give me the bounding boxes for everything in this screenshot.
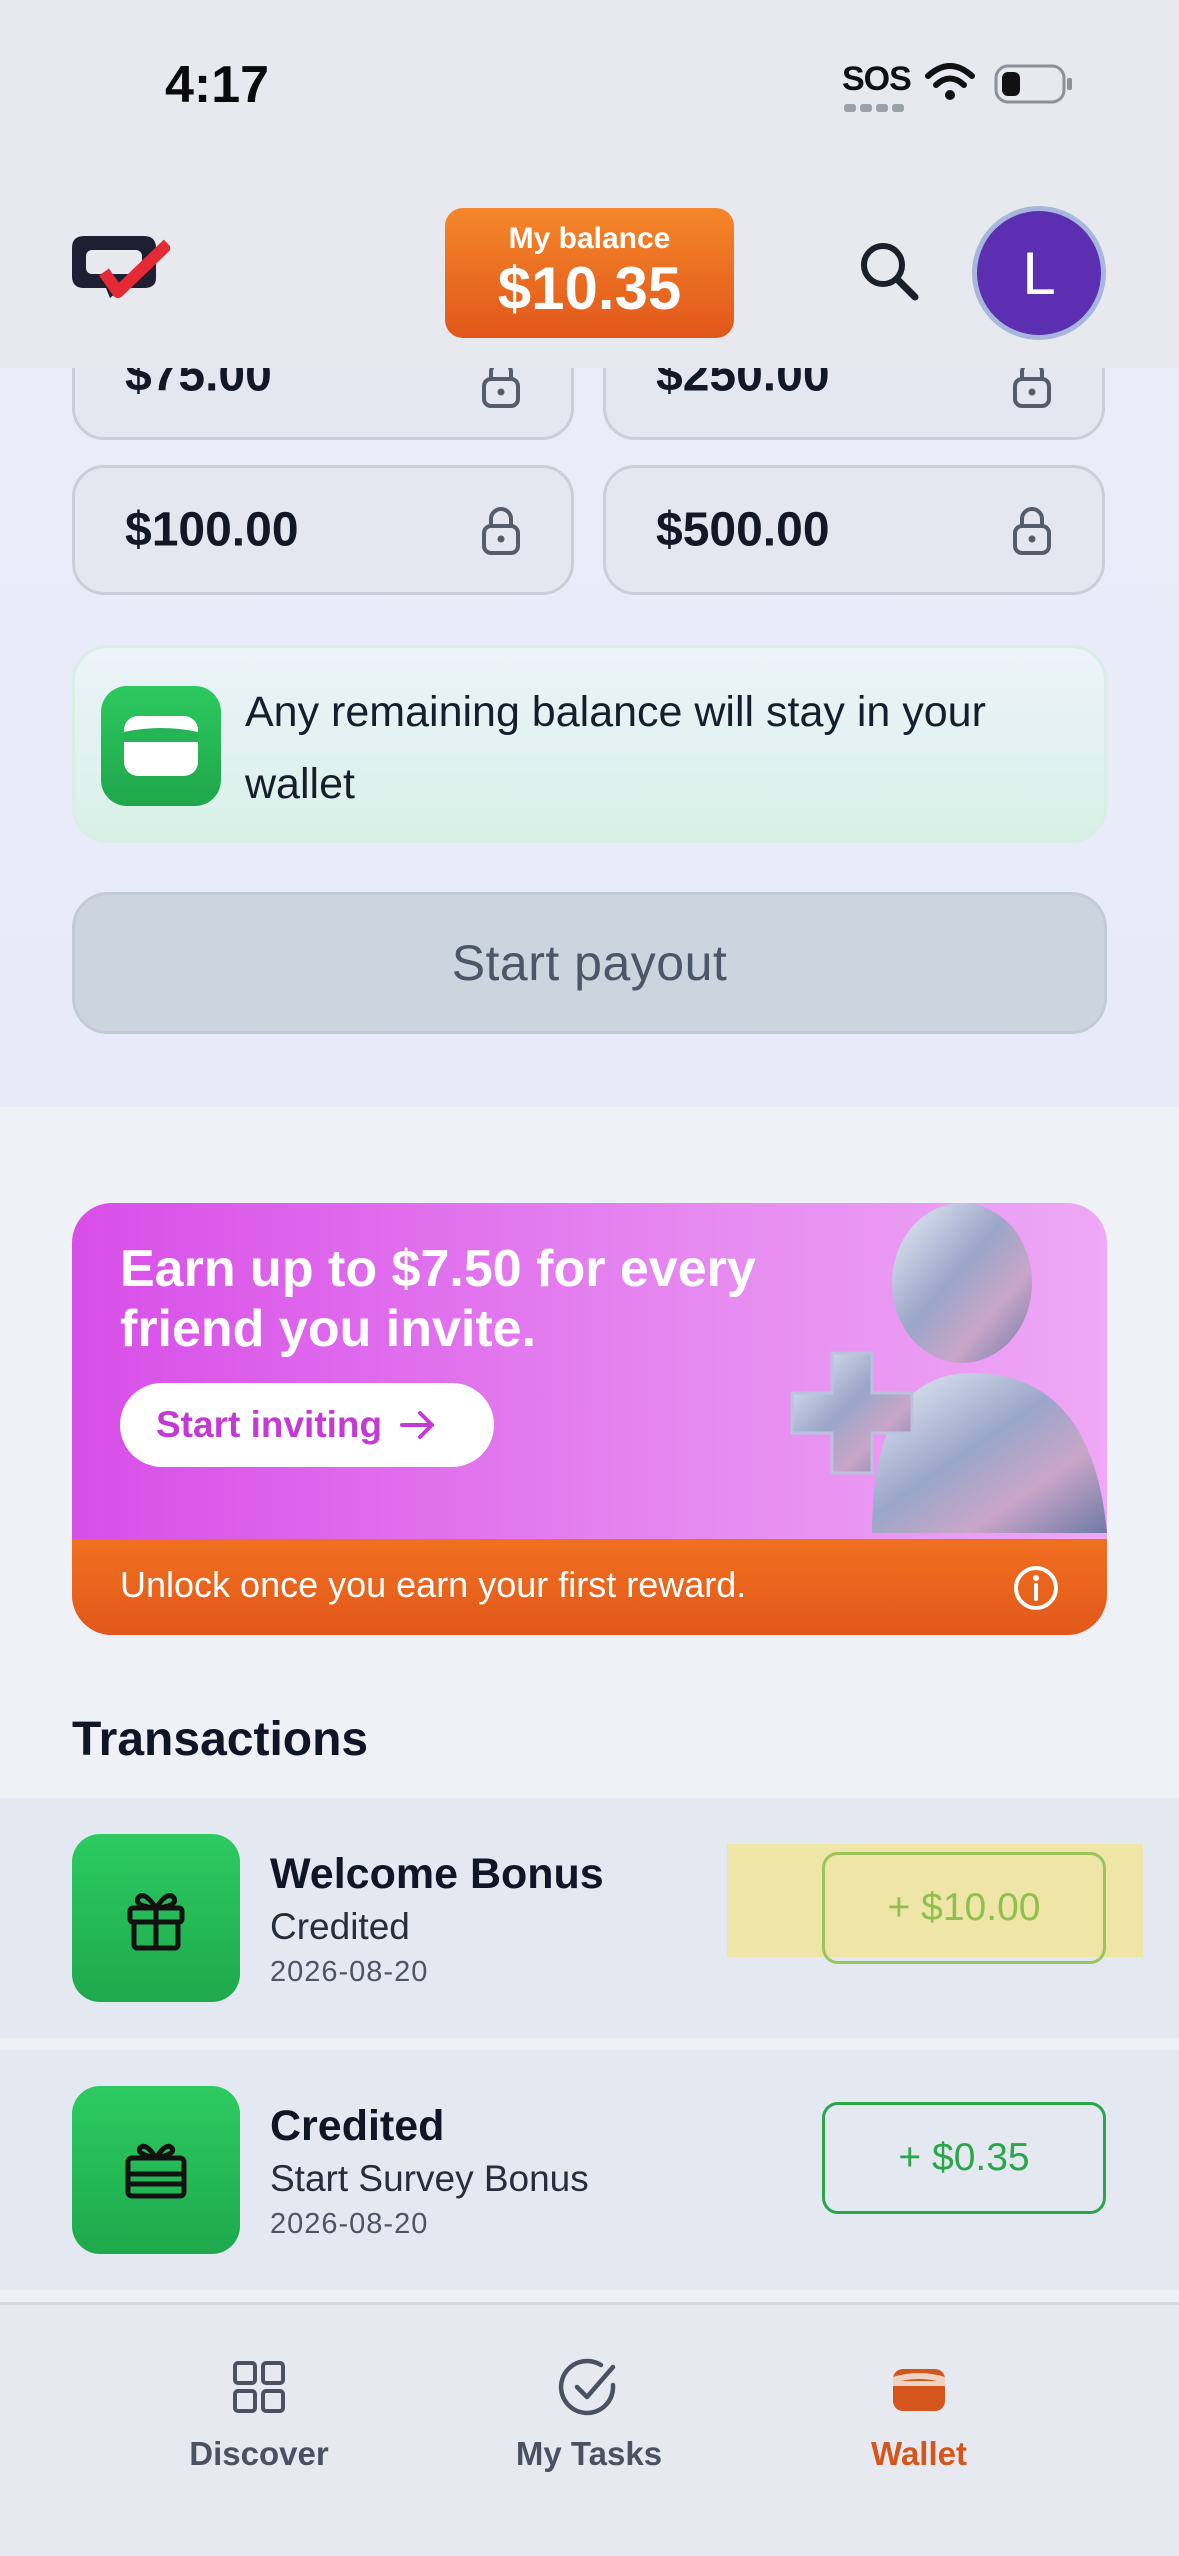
start-inviting-label: Start inviting [156,1404,383,1445]
status-time: 4:17 [165,56,270,114]
arrow-right-icon [400,1411,435,1439]
transaction-subtitle: Credited [270,1906,410,1947]
lock-icon [1013,507,1051,555]
nav-label: Wallet [871,2435,967,2472]
transaction-amount: + $0.35 [822,2102,1106,2214]
signal-dots-icon [844,104,904,112]
transaction-name: Credited [270,2102,445,2150]
nav-my-tasks[interactable]: My Tasks [459,2355,719,2473]
check-circle-icon [558,2358,616,2416]
referral-banner[interactable]: Earn up to $7.50 for every friend you in… [72,1203,1107,1635]
referral-headline: Earn up to $7.50 for every friend you in… [120,1240,756,1358]
wifi-icon [925,63,975,100]
amount-value: $500.00 [656,503,830,557]
amount-option-100[interactable]: $100.00 [72,465,574,595]
referral-unlock-strip: Unlock once you earn your first reward. [72,1539,1107,1635]
nav-label: My Tasks [515,2435,663,2472]
balance-info-text: Any remaining balance will stay in your … [245,688,986,808]
balance-badge[interactable]: My balance $10.35 [445,208,734,338]
balance-info-box: Any remaining balance will stay in your … [72,645,1107,843]
nav-wallet[interactable]: Wallet [789,2355,1049,2473]
transaction-amount: + $10.00 [822,1852,1106,1964]
nav-label: Discover [189,2435,329,2472]
grid-icon [233,2361,285,2413]
transactions-title: Transactions [72,1713,369,1766]
sos-indicator: SOS [842,60,912,98]
transaction-date: 2026-08-20 [270,1956,429,1988]
start-payout-button[interactable]: Start payout [72,892,1107,1034]
app-header: 4:17 SOS My balance $10.35 L [0,0,1179,368]
bottom-nav: Discover My Tasks Wallet [0,2302,1179,2556]
amount-option-500[interactable]: $500.00 [603,465,1105,595]
add-friend-illustration-icon [790,1203,1107,1533]
amount-value: $100.00 [125,503,299,557]
transaction-date: 2026-08-20 [270,2208,429,2240]
nav-discover[interactable]: Discover [129,2355,389,2473]
lock-icon [482,507,520,555]
app-logo-icon[interactable] [70,232,170,308]
search-icon[interactable] [855,237,925,307]
transaction-name: Welcome Bonus [270,1850,604,1898]
balance-label: My balance [508,222,671,255]
battery-icon [994,64,1072,104]
ticket-gift-icon [72,2086,240,2254]
gift-icon [72,1834,240,2002]
start-inviting-button[interactable]: Start inviting [120,1383,494,1467]
transaction-subtitle: Start Survey Bonus [270,2158,589,2199]
wallet-icon [893,2369,945,2411]
wallet-badge-icon [101,686,221,806]
transaction-row[interactable]: Credited Start Survey Bonus 2026-08-20 +… [0,2050,1179,2290]
referral-unlock-text: Unlock once you earn your first reward. [120,1564,747,1605]
info-icon[interactable] [1013,1565,1059,1611]
balance-value: $10.35 [497,255,682,322]
avatar[interactable]: L [972,206,1106,340]
